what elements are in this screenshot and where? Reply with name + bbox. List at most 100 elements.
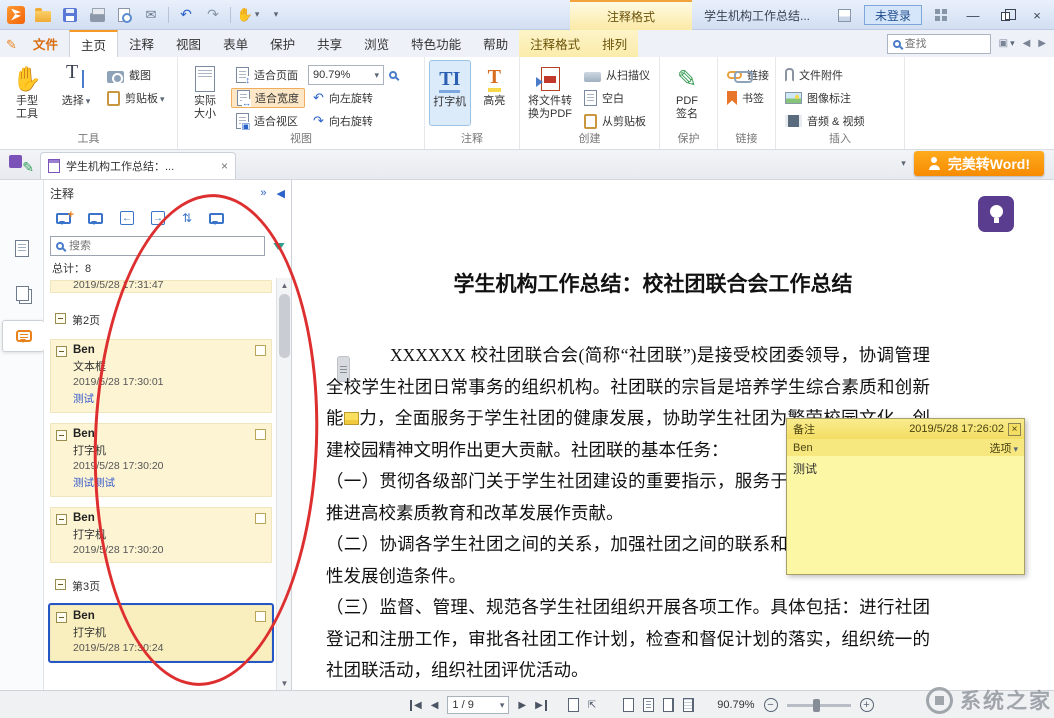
comment-checkbox[interactable] — [255, 429, 266, 440]
rotate-right-button[interactable]: 向右旋转 — [308, 111, 397, 131]
image-annotation-button[interactable]: 图像标注 — [780, 88, 869, 108]
comment-entry[interactable]: Ben 打字机 2019/5/28 17:30:20 — [50, 507, 272, 563]
tab-close-icon[interactable]: × — [221, 159, 228, 173]
hand-tool-button[interactable]: 手型 工具 — [4, 60, 50, 126]
link-button[interactable]: 链接 — [722, 65, 774, 85]
comment-entry[interactable]: Ben 文本框 2019/5/28 17:30:01 测试 — [50, 339, 272, 413]
quick-annotation-icon[interactable] — [8, 152, 34, 176]
find-box[interactable] — [887, 34, 991, 54]
redo-icon[interactable] — [203, 5, 223, 25]
login-button[interactable]: 未登录 — [864, 5, 922, 25]
continuous-view-icon[interactable] — [643, 698, 654, 712]
zoom-out-icon[interactable]: − — [764, 698, 778, 712]
filter-funnel-icon[interactable] — [273, 243, 285, 250]
collapse-icon[interactable] — [56, 514, 67, 525]
print-icon[interactable] — [87, 5, 107, 25]
tab-share[interactable]: 共享 — [306, 30, 353, 57]
zoom-in-icon[interactable]: + — [860, 698, 874, 712]
quick-access-dropdown-icon[interactable] — [265, 5, 285, 25]
first-page-icon[interactable]: ◀ — [410, 700, 422, 711]
audio-video-button[interactable]: 音频 & 视频 — [780, 111, 869, 131]
panel-collapse-icon[interactable]: ◀ — [277, 187, 285, 200]
tab-file[interactable]: 文件 — [22, 30, 69, 57]
collapse-icon[interactable] — [56, 430, 67, 441]
scroll-down-icon[interactable]: ▼ — [277, 676, 292, 690]
strip-button-comments[interactable] — [2, 320, 44, 352]
zoom-in-icon[interactable] — [389, 71, 397, 79]
fit-width-button[interactable]: ↔ 适合宽度 — [231, 88, 305, 108]
scroll-up-icon[interactable]: ▲ — [277, 278, 292, 292]
comment-entry[interactable]: Ben 打字机 2019/5/28 17:30:20 测试测试 — [50, 423, 272, 497]
next-page-icon[interactable]: ▶ — [518, 700, 526, 711]
zoom-slider[interactable] — [787, 704, 851, 707]
strip-button-thumbnails[interactable] — [6, 232, 38, 264]
tab-features[interactable]: 特色功能 — [400, 30, 472, 57]
hand-tool-quick-icon[interactable] — [238, 5, 258, 25]
typewriter-button[interactable]: TI 打字机 — [429, 60, 471, 126]
pan-view-icon[interactable]: ⇱ — [588, 700, 596, 711]
new-comment-icon[interactable]: + — [56, 213, 71, 224]
scrollbar-thumb[interactable] — [279, 294, 290, 358]
tab-list-dropdown-icon[interactable] — [899, 158, 906, 169]
show-all-comments-icon[interactable] — [209, 213, 224, 224]
pdf-sign-button[interactable]: PDF 签名 — [664, 60, 710, 126]
tab-home[interactable]: 主页 — [69, 30, 118, 57]
zoom-combo[interactable]: 90.79% — [308, 65, 384, 85]
actual-size-button[interactable]: 实际 大小 — [182, 60, 228, 126]
tab-protect[interactable]: 保护 — [259, 30, 306, 57]
strip-button-layers[interactable] — [6, 277, 38, 309]
comments-scrollbar[interactable]: ▲ ▼ — [276, 278, 291, 690]
ribbon-prev-icon[interactable]: ◀ — [1023, 38, 1031, 49]
convert-to-word-button[interactable]: 完美转Word! — [914, 151, 1044, 176]
note-close-icon[interactable]: × — [1008, 423, 1021, 436]
minimize-button[interactable]: — — [960, 5, 986, 25]
select-tool-button[interactable]: 选择 — [53, 60, 99, 126]
save-icon[interactable] — [60, 5, 80, 25]
import-comments-icon[interactable]: ← — [120, 211, 134, 225]
page-number-box[interactable]: 1 / 9 — [447, 696, 509, 714]
comment-reply[interactable]: 测试 — [73, 391, 265, 406]
note-annotation-icon[interactable] — [344, 412, 359, 425]
collapse-icon[interactable] — [55, 313, 66, 324]
comment-checkbox[interactable] — [255, 611, 266, 622]
last-page-icon[interactable]: ▶ — [535, 700, 547, 711]
comment-reply[interactable]: 测试测试 — [73, 475, 265, 490]
fit-page-button[interactable]: ↕ 适合页面 — [231, 65, 305, 85]
tab-browse[interactable]: 浏览 — [353, 30, 400, 57]
undo-icon[interactable] — [176, 5, 196, 25]
tab-form[interactable]: 表单 — [212, 30, 259, 57]
collapse-icon[interactable] — [56, 346, 67, 357]
comments-search-box[interactable] — [50, 236, 265, 256]
snapshot-button[interactable]: 截图 — [102, 65, 170, 85]
panel-menu-icon[interactable]: » — [260, 187, 266, 200]
document-tab[interactable]: 学生机构工作总结：... × — [40, 152, 236, 179]
facing-view-icon[interactable] — [663, 698, 674, 712]
facing-continuous-view-icon[interactable] — [683, 698, 694, 712]
tab-view[interactable]: 视图 — [165, 30, 212, 57]
from-clipboard-button[interactable]: 从剪贴板 — [579, 111, 655, 131]
restore-button[interactable] — [992, 5, 1018, 25]
open-file-icon[interactable] — [33, 5, 53, 25]
prev-page-icon[interactable]: ◀ — [431, 700, 439, 711]
comments-section-page2[interactable]: 第2页 — [50, 309, 272, 331]
statusbar-zoom-value[interactable]: 90.79% — [717, 699, 754, 711]
tab-comment-format[interactable]: 注释格式 — [519, 30, 591, 57]
convert-to-pdf-button[interactable]: 将文件转 换为PDF — [524, 60, 576, 126]
clipboard-button[interactable]: 剪贴板 — [102, 88, 170, 108]
close-button[interactable]: × — [1024, 5, 1050, 25]
comments-search-input[interactable] — [69, 240, 259, 252]
tab-help[interactable]: 帮助 — [472, 30, 519, 57]
comment-checkbox[interactable] — [255, 345, 266, 356]
from-scanner-button[interactable]: 从扫描仪 — [579, 65, 655, 85]
ribbon-next-icon[interactable]: ▶ — [1038, 38, 1046, 49]
bookmark-button[interactable]: 书签 — [722, 88, 774, 108]
app-logo-icon[interactable] — [6, 5, 26, 25]
export-comments-icon[interactable]: → — [151, 211, 165, 225]
edit-comment-icon[interactable] — [88, 213, 103, 224]
rotate-left-button[interactable]: 向左旋转 — [308, 88, 397, 108]
email-icon[interactable] — [141, 5, 161, 25]
collapse-icon[interactable] — [56, 612, 67, 623]
comments-section-page3[interactable]: 第3页 — [50, 575, 272, 597]
document-area[interactable]: 学生机构工作总结：校社团联合会工作总结 XXXXXX 校社团联合会(简称“社团联… — [292, 180, 1054, 690]
sticky-note-popup[interactable]: 备注 2019/5/28 17:26:02 × Ben 选项 测试 — [786, 418, 1025, 575]
